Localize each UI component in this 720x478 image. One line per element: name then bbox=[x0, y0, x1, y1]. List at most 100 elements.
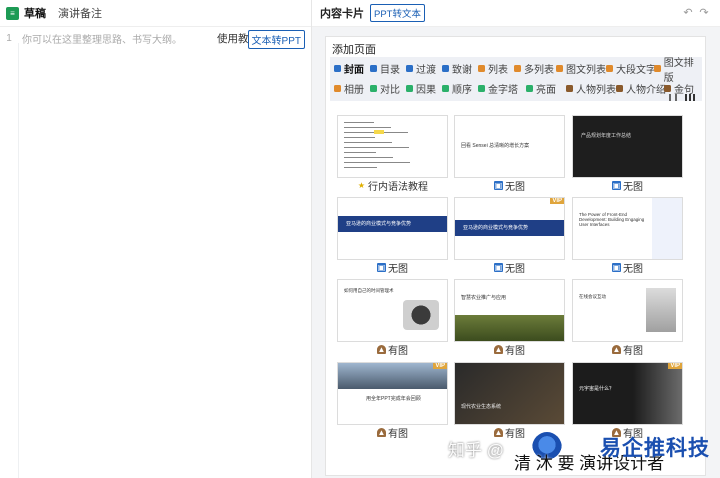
template-card-label: ▣ 无图 bbox=[454, 260, 565, 275]
filter-chip[interactable]: 因果 bbox=[406, 81, 436, 96]
card-thumb-text: 现代农业生态系统 bbox=[461, 404, 502, 410]
filter-chip-label: 因果 bbox=[416, 85, 436, 96]
template-card-label-text: 有图 bbox=[623, 346, 643, 357]
template-card-label-text: 无图 bbox=[505, 182, 525, 193]
template-thumbnail[interactable]: 如何用自己的时间管理术 bbox=[337, 279, 448, 342]
template-thumbnail[interactable]: 在线会议互动 bbox=[572, 279, 683, 342]
mountain-icon: ▲ bbox=[377, 428, 386, 437]
filter-chip[interactable]: 致谢 bbox=[442, 61, 472, 76]
filter-chip-label: 目录 bbox=[380, 65, 400, 76]
template-card[interactable]: 如何用自己的时间管理术 ▲ 有图 bbox=[337, 279, 448, 357]
template-thumbnail[interactable]: 亚马逊的商业模式与竞争优势 VIP bbox=[454, 197, 565, 260]
filter-chip-label: 相册 bbox=[344, 85, 364, 96]
thumb-line bbox=[344, 137, 375, 138]
text-to-ppt-button[interactable]: 文本转PPT bbox=[247, 30, 305, 49]
template-card-label: ▣ 无图 bbox=[572, 178, 683, 193]
thumb-line bbox=[344, 162, 410, 163]
thumb-photo bbox=[646, 288, 676, 332]
mountain-icon: ▲ bbox=[494, 345, 503, 354]
filter-chip-label: 金字塔 bbox=[488, 85, 518, 96]
filter-chip[interactable]: 目录 bbox=[370, 61, 400, 76]
template-card[interactable]: The Power of Front-End Development: Buil… bbox=[572, 197, 683, 275]
filter-chip-label: 人物介绍 bbox=[626, 85, 666, 96]
zhihu-watermark: 知乎 @ bbox=[448, 441, 504, 460]
filter-chip[interactable]: 顺序 bbox=[442, 81, 472, 96]
template-card[interactable]: 回看 Sensei 总清晰的增长方案 ▣ 无图 bbox=[454, 115, 565, 193]
content-card-title: 内容卡片 bbox=[320, 8, 364, 20]
template-card-label-text: 有图 bbox=[505, 429, 525, 440]
filter-chip[interactable]: 相册 bbox=[334, 81, 364, 96]
template-card[interactable]: 智慧农业推广与应用 ▲ 有图 bbox=[454, 279, 565, 357]
template-thumbnail[interactable]: 元宇宙是什么？ VIP bbox=[572, 362, 683, 425]
line-number: 1 bbox=[6, 32, 12, 44]
template-card[interactable]: 亚马逊的商业模式与竞争优势 ▣ 无图 bbox=[337, 197, 448, 275]
undo-icon[interactable]: ↶ bbox=[682, 7, 694, 19]
filter-chip[interactable]: 封面 bbox=[334, 61, 364, 76]
template-card[interactable]: 在线会议互动 ▲ 有图 bbox=[572, 279, 683, 357]
template-thumbnail[interactable]: 用全年PPT完成年会回顾 VIP bbox=[337, 362, 448, 425]
ppt-to-text-button[interactable]: PPT转文本 bbox=[370, 4, 425, 22]
card-thumb-text: 亚马逊的商业模式与竞争优势 bbox=[463, 225, 529, 231]
tab-speaker-notes[interactable]: 演讲备注 bbox=[58, 5, 102, 21]
image-icon: ▣ bbox=[612, 263, 621, 272]
template-card-label: ▲ 有图 bbox=[454, 342, 565, 357]
card-thumb-text: 智慧农业推广与应用 bbox=[461, 295, 507, 301]
filter-chip[interactable]: 金字塔 bbox=[478, 81, 518, 96]
editor-first-line[interactable]: 1 你可以在这里整理思路、书写大纲。 使用教程 文本转PPT bbox=[0, 27, 311, 49]
filter-dot-icon bbox=[478, 85, 485, 92]
template-card[interactable]: 现代农业生态系统 ▲ 有图 bbox=[454, 362, 565, 440]
filter-chip[interactable]: 人物介绍 bbox=[616, 81, 666, 96]
filter-chip[interactable]: 亮面 bbox=[526, 81, 556, 96]
vip-badge: VIP bbox=[550, 198, 564, 204]
filter-chip-label: 顺序 bbox=[452, 85, 472, 96]
template-card[interactable]: 亚马逊的商业模式与竞争优势 VIP ▣ 无图 bbox=[454, 197, 565, 275]
grid-view-icon[interactable] bbox=[669, 94, 677, 101]
list-view-icon[interactable] bbox=[685, 94, 695, 101]
filter-chip[interactable]: 图文排版 bbox=[654, 58, 702, 84]
filter-dot-icon bbox=[606, 65, 613, 72]
editor-placeholder[interactable]: 你可以在这里整理思路、书写大纲。 bbox=[22, 31, 182, 46]
filter-chip[interactable]: 对比 bbox=[370, 81, 400, 96]
template-card-label-text: 无图 bbox=[623, 264, 643, 275]
template-card-label: ★ 行内语法教程 bbox=[337, 178, 448, 193]
card-thumb-text: 如何用自己的时间管理术 bbox=[344, 288, 394, 293]
template-card-label: ▲ 有图 bbox=[337, 342, 448, 357]
template-card[interactable]: 元宇宙是什么？ VIP ▲ 有图 bbox=[572, 362, 683, 440]
content-card-header: 内容卡片 PPT转文本 ↶ ↷ bbox=[312, 0, 720, 27]
thumb-photo bbox=[455, 363, 564, 424]
template-thumbnail[interactable] bbox=[337, 115, 448, 178]
filter-dot-icon bbox=[406, 65, 413, 72]
filter-chip[interactable]: 人物列表 bbox=[566, 81, 616, 96]
filter-chip[interactable]: 过渡 bbox=[406, 61, 436, 76]
template-thumbnail[interactable]: The Power of Front-End Development: Buil… bbox=[572, 197, 683, 260]
filter-dot-icon bbox=[334, 85, 341, 92]
filter-chip[interactable]: 多列表 bbox=[514, 61, 554, 76]
template-thumbnail[interactable]: 现代农业生态系统 bbox=[454, 362, 565, 425]
tab-draft[interactable]: 草稿 bbox=[24, 5, 46, 21]
thumb-line bbox=[344, 152, 376, 153]
filter-chip-label: 人物列表 bbox=[576, 85, 616, 96]
star-icon: ★ bbox=[357, 181, 366, 190]
template-thumbnail[interactable]: 回看 Sensei 总清晰的增长方案 bbox=[454, 115, 565, 178]
filter-chip[interactable]: 列表 bbox=[478, 61, 508, 76]
template-thumbnail[interactable]: 亚马逊的商业模式与竞争优势 bbox=[337, 197, 448, 260]
template-card[interactable]: 产品规划年度工作总结 ▣ 无图 bbox=[572, 115, 683, 193]
template-card[interactable]: 用全年PPT完成年会回顾 VIP ▲ 有图 bbox=[337, 362, 448, 440]
filter-dot-icon bbox=[442, 65, 449, 72]
thumb-line bbox=[344, 157, 393, 158]
filter-chip[interactable]: 大段文字 bbox=[606, 61, 656, 76]
filter-dot-icon bbox=[514, 65, 521, 72]
template-thumbnail[interactable]: 产品规划年度工作总结 bbox=[572, 115, 683, 178]
template-card[interactable]: ★ 行内语法教程 bbox=[337, 115, 448, 193]
card-thumb-text: 元宇宙是什么？ bbox=[579, 386, 615, 392]
template-thumbnail[interactable]: 智慧农业推广与应用 bbox=[454, 279, 565, 342]
filter-chip[interactable]: 图文列表 bbox=[556, 61, 606, 76]
image-icon: ▣ bbox=[494, 263, 503, 272]
template-card-label-text: 无图 bbox=[623, 182, 643, 193]
redo-icon[interactable]: ↷ bbox=[698, 7, 710, 19]
filter-chip-label: 过渡 bbox=[416, 65, 436, 76]
template-card-label-text: 有图 bbox=[388, 429, 408, 440]
filter-chip-label: 多列表 bbox=[524, 65, 554, 76]
vip-badge: VIP bbox=[433, 363, 447, 369]
filter-dot-icon bbox=[664, 85, 671, 92]
